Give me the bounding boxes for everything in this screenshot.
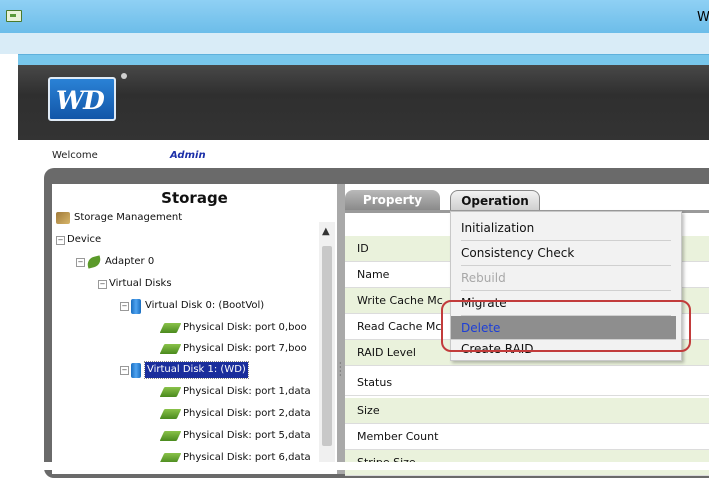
torn-edge xyxy=(0,462,709,470)
username: Admin xyxy=(170,150,206,161)
tree-item-physical-disk[interactable]: Physical Disk: port 7,boo xyxy=(159,341,307,357)
collapse-icon[interactable]: − xyxy=(120,365,129,375)
header-banner: WD xyxy=(18,65,709,140)
tree-label-selected: Virtual Disk 1: (WD) xyxy=(144,361,249,379)
physical-disk-icon xyxy=(159,409,182,419)
tree-label: Virtual Disks xyxy=(109,278,172,289)
tree-label: Virtual Disk 0: (BootVol) xyxy=(145,300,265,311)
callout-highlight xyxy=(441,300,691,352)
tree-item-physical-disk[interactable]: Physical Disk: port 5,data xyxy=(159,428,311,444)
tree-item-adapter[interactable]: − Adapter 0 xyxy=(76,254,154,270)
tree-label: Physical Disk: port 7,boo xyxy=(183,343,307,354)
chevron-up-icon[interactable]: ▲ xyxy=(322,226,330,237)
tree-item-physical-disk[interactable]: Physical Disk: port 1,data xyxy=(159,384,311,400)
menu-item-initialization[interactable]: Initialization xyxy=(461,216,671,241)
tree-item-device[interactable]: − Device xyxy=(56,232,101,248)
toolbar-area xyxy=(0,33,709,54)
tree-label: Adapter 0 xyxy=(105,256,155,267)
tree-label: Storage Management xyxy=(74,212,183,223)
collapse-icon[interactable]: − xyxy=(56,235,65,245)
property-row: Status xyxy=(345,370,709,396)
tree-label: Physical Disk: port 1,data xyxy=(183,386,311,397)
physical-disk-icon xyxy=(159,323,182,333)
tree-label: Device xyxy=(67,234,102,245)
tree-item-physical-disk[interactable]: Physical Disk: port 0,boo xyxy=(159,320,307,336)
grip-icon: · · · · xyxy=(339,359,342,380)
title-bar: W xyxy=(0,0,709,33)
storage-tree: Storage Management − Device − Adapter 0 − V… xyxy=(52,210,320,470)
collapse-icon[interactable]: − xyxy=(120,301,129,311)
tree-item-virtual-disks[interactable]: − Virtual Disks xyxy=(98,276,172,292)
adapter-icon xyxy=(85,255,103,269)
property-row: Size xyxy=(345,398,709,424)
menu-item-consistency-check[interactable]: Consistency Check xyxy=(461,241,671,266)
tab-property[interactable]: Property xyxy=(345,190,440,210)
tree-item-physical-disk[interactable]: Physical Disk: port 2,data xyxy=(159,406,311,422)
storage-management-icon xyxy=(56,212,70,224)
logo-text: WD xyxy=(56,86,105,115)
app-icon xyxy=(6,10,22,22)
virtual-disk-icon xyxy=(131,362,141,378)
tree-label: Physical Disk: port 0,boo xyxy=(183,322,307,333)
physical-disk-icon xyxy=(159,344,182,354)
physical-disk-icon xyxy=(159,431,182,441)
property-row: Member Count xyxy=(345,424,709,450)
tree-item-virtual-disk-0[interactable]: − Virtual Disk 0: (BootVol) xyxy=(120,298,264,314)
pane-splitter[interactable]: · · · · xyxy=(337,184,345,474)
storage-title: Storage xyxy=(161,189,228,207)
welcome-label: Welcome xyxy=(52,150,98,161)
virtual-disk-icon xyxy=(131,298,141,314)
tree-label: Physical Disk: port 5,data xyxy=(183,430,311,441)
registered-mark-icon xyxy=(121,73,127,79)
blue-band xyxy=(18,54,709,65)
collapse-icon[interactable]: − xyxy=(76,257,85,267)
collapse-icon[interactable]: − xyxy=(98,279,107,289)
physical-disk-icon xyxy=(159,387,182,397)
window-title: W xyxy=(697,10,709,25)
tree-item-storage-management[interactable]: Storage Management xyxy=(56,210,182,226)
scrollbar-thumb[interactable] xyxy=(322,246,332,446)
menu-item-rebuild: Rebuild xyxy=(461,266,671,291)
wd-logo: WD xyxy=(48,77,116,121)
tab-operation[interactable]: Operation xyxy=(450,190,540,210)
tree-scrollbar[interactable]: ▲ xyxy=(319,222,335,470)
tree-item-virtual-disk-1[interactable]: − Virtual Disk 1: (WD) xyxy=(120,361,249,379)
tree-label: Physical Disk: port 2,data xyxy=(183,408,311,419)
